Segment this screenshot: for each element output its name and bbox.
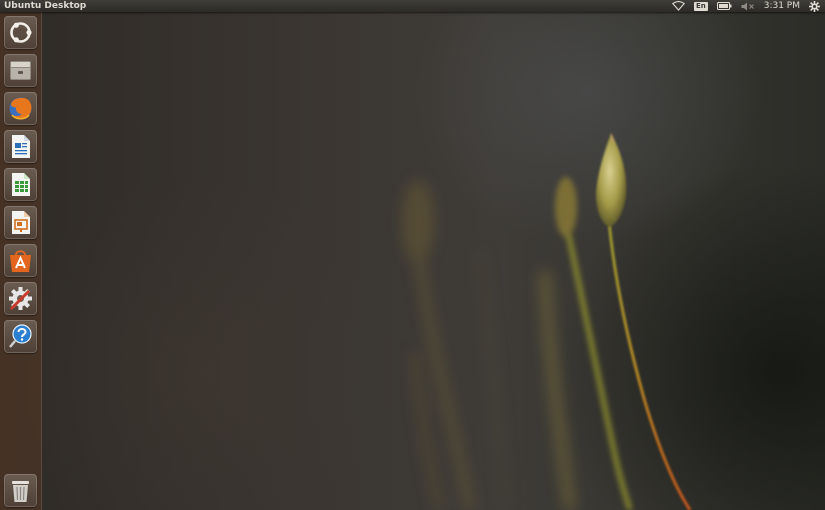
moss-sporophytes-image [402,133,692,510]
top-panel: Ubuntu Desktop En 3:31 PM [0,0,825,12]
launcher-item-software-center[interactable] [4,244,37,277]
keyboard-layout-indicator[interactable]: En [693,0,708,12]
battery-icon[interactable] [716,0,732,12]
system-settings-icon [9,287,32,311]
trash-icon [12,481,29,502]
software-center-icon [10,250,31,272]
desktop-wallpaper[interactable] [0,12,825,510]
clock[interactable]: 3:31 PM [764,0,800,12]
launcher-item-trash[interactable] [4,474,37,507]
launcher-item-firefox[interactable] [4,92,37,125]
launcher-item-system-settings[interactable] [4,282,37,315]
volume-muted-icon[interactable] [741,0,755,12]
firefox-icon [9,97,32,120]
dash-home-icon [10,22,32,43]
launcher-item-libreoffice-writer[interactable] [4,130,37,163]
libreoffice-writer-icon [12,135,30,158]
keyboard-layout-label: En [693,1,708,11]
launcher-item-files[interactable] [4,54,37,87]
help-icon [9,324,32,348]
files-icon [10,61,31,80]
libreoffice-impress-icon [12,211,30,234]
launcher-item-help[interactable] [4,320,37,353]
launcher-item-libreoffice-calc[interactable] [4,168,37,201]
launcher [0,12,42,510]
libreoffice-calc-icon [12,173,30,196]
launcher-item-dash-home[interactable] [4,16,37,49]
indicator-area: En 3:31 PM [671,0,820,12]
launcher-item-libreoffice-impress[interactable] [4,206,37,239]
gear-icon[interactable] [809,0,820,12]
wifi-icon[interactable] [671,0,685,12]
window-title: Ubuntu Desktop [4,1,87,11]
